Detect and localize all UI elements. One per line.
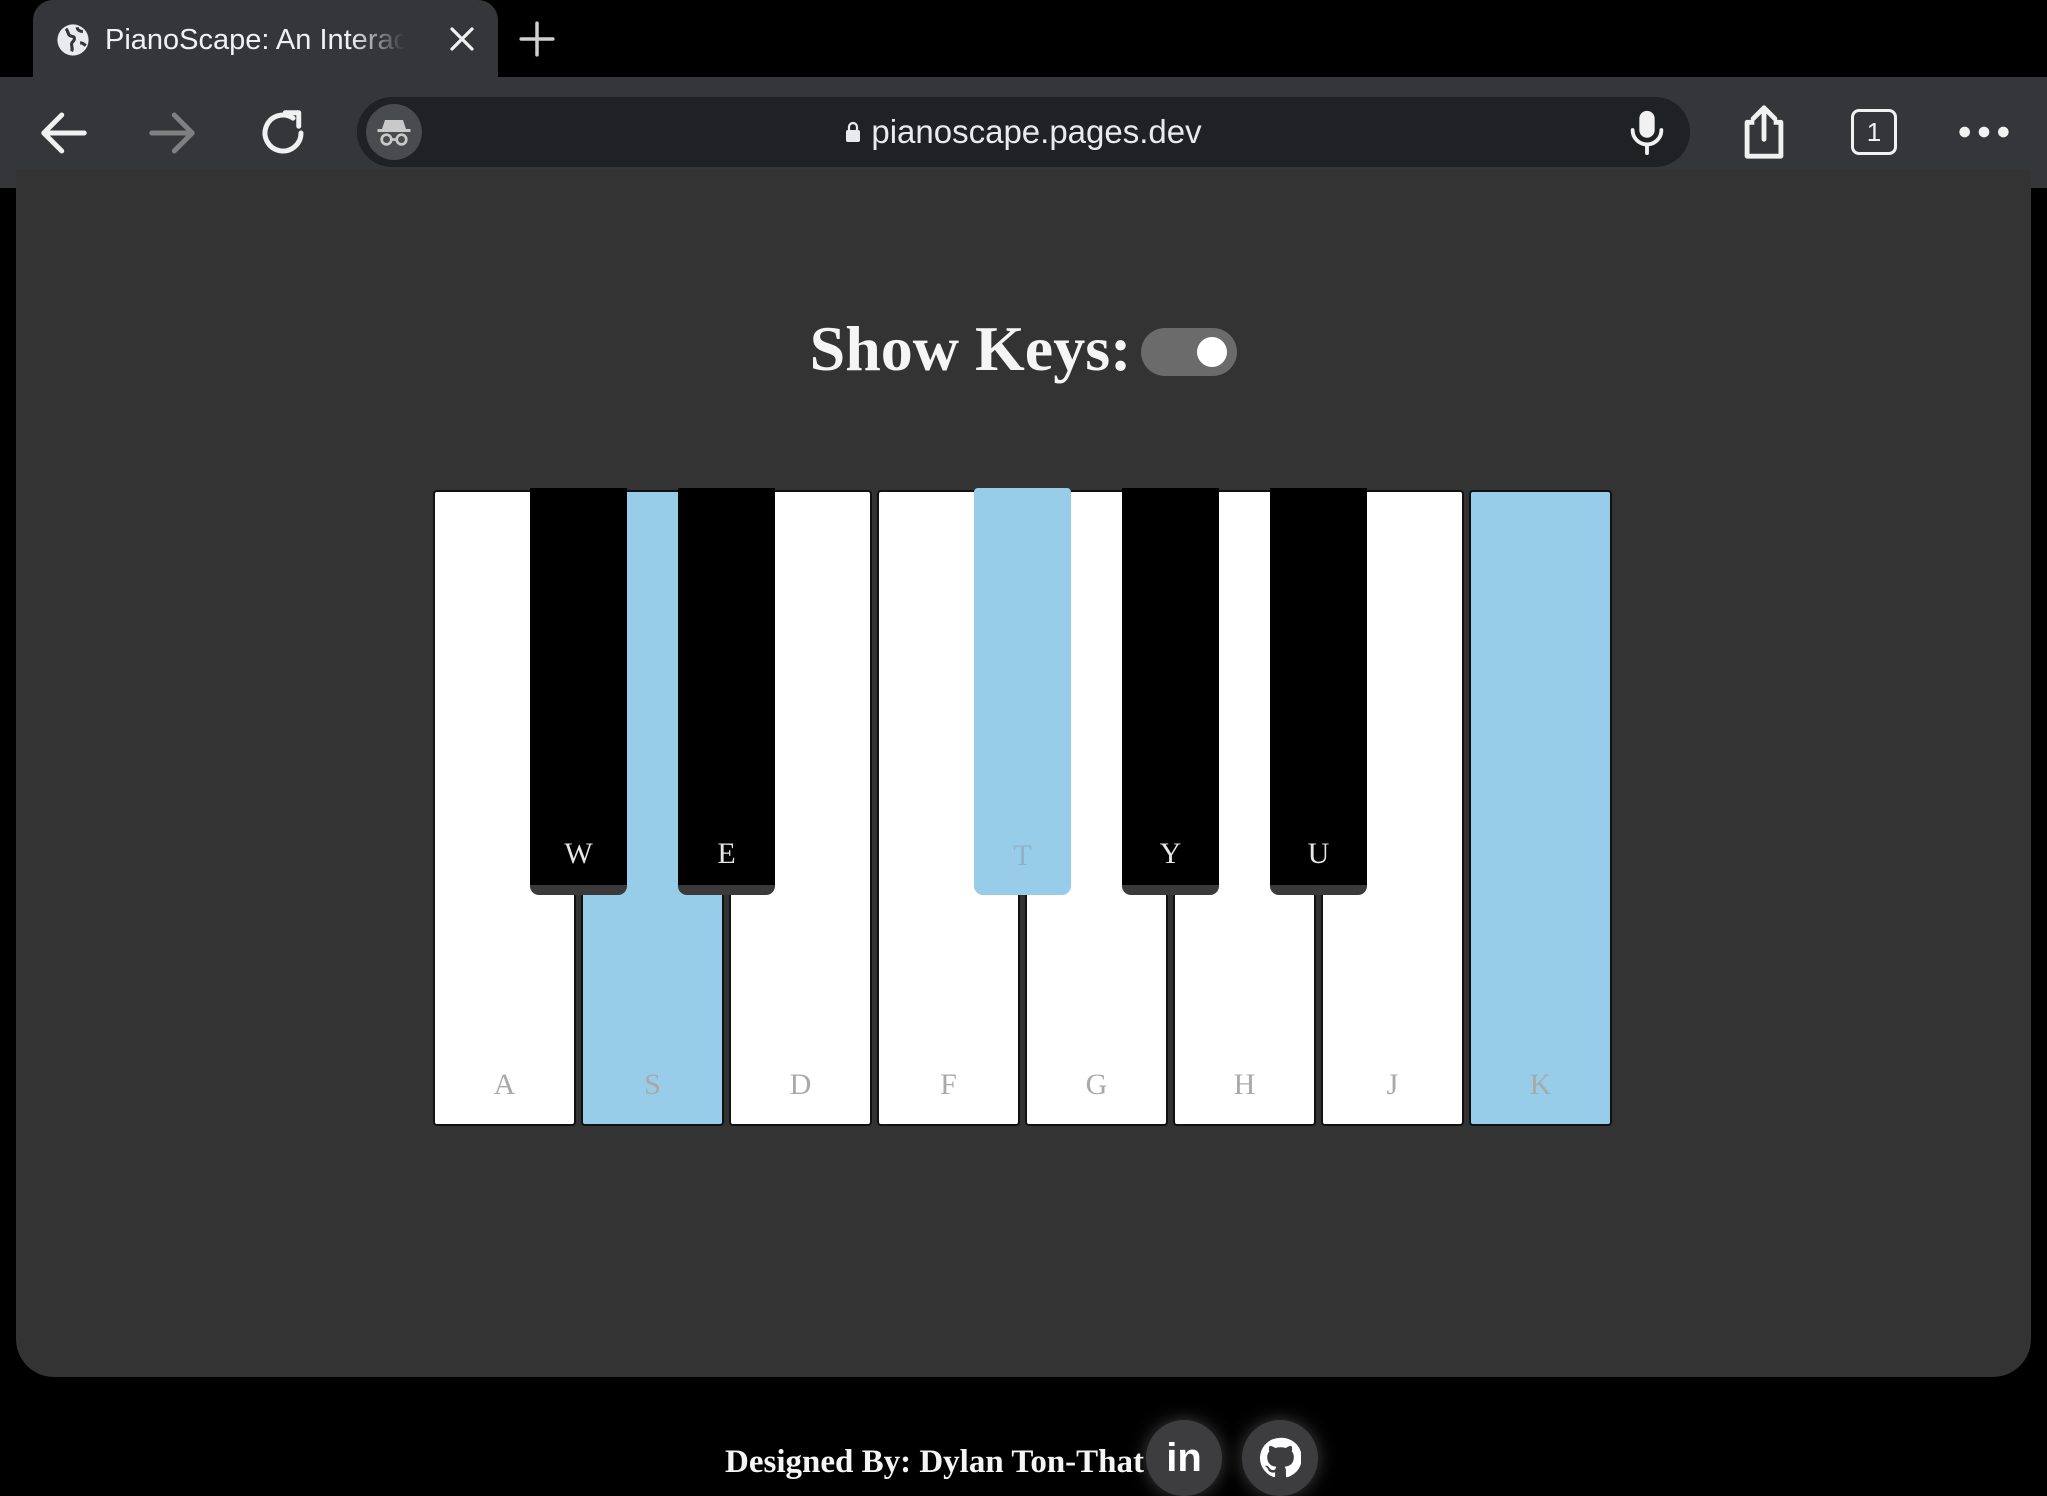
tab-count-button[interactable]: 1 bbox=[1845, 103, 1903, 161]
black-key-t[interactable]: T bbox=[974, 488, 1071, 895]
microphone-icon[interactable] bbox=[1624, 109, 1670, 155]
white-key-label: S bbox=[644, 1068, 661, 1101]
white-key-label: F bbox=[940, 1068, 957, 1101]
show-keys-label: Show Keys: bbox=[809, 313, 1132, 384]
linkedin-button[interactable]: in bbox=[1146, 1420, 1222, 1496]
reload-icon[interactable] bbox=[256, 106, 310, 160]
black-key-u[interactable]: U bbox=[1270, 488, 1367, 895]
footer: Designed By: Dylan Ton-That in bbox=[0, 1420, 2047, 1496]
more-menu-icon[interactable] bbox=[1955, 103, 2013, 161]
designer-credit: Designed By: Dylan Ton-That bbox=[725, 1444, 1145, 1480]
piano-keyboard: A S D F G H J K W E T Y U bbox=[433, 488, 1633, 1148]
globe-icon bbox=[57, 24, 89, 56]
toggle-knob bbox=[1197, 337, 1228, 367]
share-icon[interactable] bbox=[1735, 103, 1793, 161]
black-key-w[interactable]: W bbox=[530, 488, 627, 895]
piano-panel: Show Keys: A S D F G H J K W E T Y U bbox=[16, 170, 2031, 1377]
lock-icon bbox=[846, 121, 861, 142]
show-keys-toggle[interactable] bbox=[1141, 328, 1238, 376]
show-keys-control: Show Keys: bbox=[16, 304, 2031, 394]
black-key-label: E bbox=[717, 837, 736, 870]
white-key-label: A bbox=[493, 1068, 516, 1101]
tab-count: 1 bbox=[1851, 109, 1897, 155]
linkedin-icon: in bbox=[1166, 1435, 1202, 1480]
url-text: pianoscape.pages.dev bbox=[871, 113, 1202, 150]
black-key-label: W bbox=[564, 837, 593, 870]
github-icon bbox=[1259, 1437, 1301, 1478]
browser-tab[interactable]: PianoScape: An Interactive Piano bbox=[33, 0, 498, 77]
tab-strip: PianoScape: An Interactive Piano bbox=[0, 0, 2047, 77]
tab-title: PianoScape: An Interactive Piano bbox=[105, 24, 405, 56]
black-key-label: T bbox=[1013, 839, 1032, 872]
back-arrow-icon[interactable] bbox=[37, 106, 91, 160]
black-key-y[interactable]: Y bbox=[1122, 488, 1219, 895]
black-key-e[interactable]: E bbox=[678, 488, 775, 895]
white-key-label: K bbox=[1529, 1068, 1552, 1101]
white-key-label: H bbox=[1233, 1068, 1256, 1101]
black-key-label: Y bbox=[1159, 837, 1182, 870]
address-bar[interactable]: pianoscape.pages.dev bbox=[357, 97, 1690, 167]
close-icon[interactable] bbox=[447, 24, 477, 54]
forward-arrow-icon[interactable] bbox=[145, 106, 199, 160]
white-key-label: J bbox=[1386, 1068, 1399, 1101]
github-button[interactable] bbox=[1242, 1420, 1318, 1496]
new-tab-icon[interactable] bbox=[518, 20, 556, 58]
black-key-label: U bbox=[1307, 837, 1330, 870]
white-key-label: D bbox=[789, 1068, 812, 1101]
white-key-k[interactable]: K bbox=[1469, 490, 1612, 1126]
white-key-label: G bbox=[1085, 1068, 1108, 1101]
